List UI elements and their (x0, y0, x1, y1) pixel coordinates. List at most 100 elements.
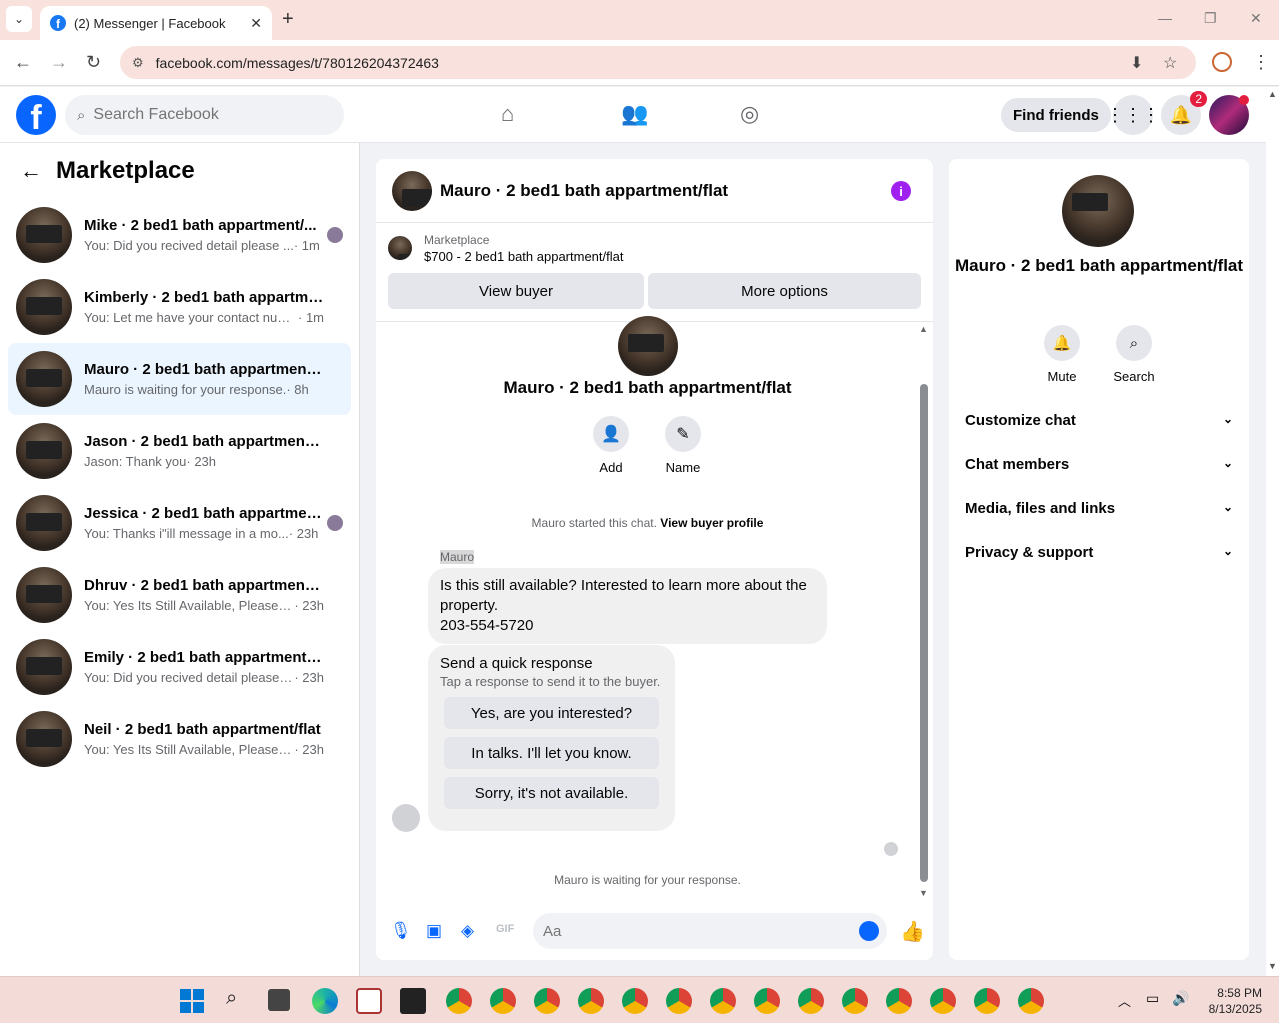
facebook-logo-icon[interactable]: f (16, 95, 56, 135)
close-window-icon[interactable]: ✕ (1250, 10, 1262, 27)
conversation-item[interactable]: Mike · 2 bed1 bath appartment/... You: Di… (8, 199, 351, 271)
address-bar[interactable]: ⚙ facebook.com/messages/t/78012620437246… (120, 46, 1196, 79)
chrome-icon[interactable] (886, 988, 912, 1014)
add-person-icon[interactable]: 👤 (593, 416, 629, 452)
sticker-icon[interactable]: ◈ (461, 921, 474, 941)
message-input[interactable] (543, 922, 843, 940)
chrome-icon[interactable] (534, 988, 560, 1014)
conversation-item[interactable]: Kimberly · 2 bed1 bath appartmen... You: … (8, 271, 351, 343)
chrome-icon[interactable] (754, 988, 780, 1014)
find-friends-button[interactable]: Find friends (1001, 98, 1111, 132)
conversation-item[interactable]: Emily · 2 bed1 bath appartment/flat You: … (8, 631, 351, 703)
friends-icon[interactable]: 👥 (621, 101, 648, 127)
system-clock[interactable]: 8:58 PM 8/13/2025 (1198, 985, 1262, 1017)
tab-search-button[interactable]: ⌄ (6, 6, 32, 32)
menu-dots-icon[interactable]: ⋮ (1252, 52, 1270, 73)
new-tab-button[interactable]: + (282, 8, 294, 31)
search-icon[interactable]: ⌕ (1116, 325, 1152, 361)
install-app-icon[interactable]: ⬇ (1130, 53, 1143, 73)
conversation-item[interactable]: Jason · 2 bed1 bath appartment/flat Jason… (8, 415, 351, 487)
conversation-item[interactable]: Jessica · 2 bed1 bath appartmen... You: T… (8, 487, 351, 559)
chrome-icon[interactable] (490, 988, 516, 1014)
profile-icon[interactable] (1212, 52, 1232, 72)
pencil-icon[interactable]: ✎ (665, 416, 701, 452)
chrome-icon[interactable] (842, 988, 868, 1014)
chrome-icon[interactable] (446, 988, 472, 1014)
forward-icon[interactable]: → (50, 52, 68, 73)
info-avatar[interactable] (1062, 175, 1134, 247)
message-bubble[interactable]: Is this still available? Interested to l… (428, 568, 827, 644)
search-input[interactable] (93, 106, 314, 124)
bell-icon[interactable]: 🔔 (1044, 325, 1080, 361)
chevron-up-icon[interactable]: ︿ (1118, 991, 1131, 1010)
chrome-icon[interactable] (1018, 988, 1044, 1014)
listing-thumbnail[interactable] (388, 236, 412, 260)
search-icon[interactable]: ⌕ (226, 987, 237, 1010)
volume-icon[interactable]: 🔊 (1172, 990, 1189, 1007)
name-action[interactable]: ✎ Name (653, 416, 713, 475)
privacy-support-section[interactable]: Privacy & support ⌄ (965, 544, 1233, 561)
chrome-icon[interactable] (798, 988, 824, 1014)
more-options-button[interactable]: More options (648, 273, 921, 309)
page-scrollbar[interactable]: ▲ ▼ (1266, 87, 1279, 976)
quick-response-button[interactable]: Sorry, it's not available. (444, 777, 659, 809)
groups-icon[interactable]: ◎ (740, 101, 759, 127)
emoji-icon[interactable] (859, 921, 879, 941)
site-info-icon[interactable]: ⚙ (132, 55, 144, 71)
info-icon[interactable]: i (891, 181, 911, 201)
quick-response-button[interactable]: In talks. I'll let you know. (444, 737, 659, 769)
chrome-icon[interactable] (974, 988, 1000, 1014)
chat-title[interactable]: Mauro · 2 bed1 bath appartment/flat (440, 181, 728, 201)
add-action[interactable]: 👤 Add (581, 416, 641, 475)
conversation-item[interactable]: Neil · 2 bed1 bath appartment/flat You: Y… (8, 703, 351, 775)
browser-tab[interactable]: f (2) Messenger | Facebook ✕ (40, 6, 272, 40)
conversation-item[interactable]: Mauro · 2 bed1 bath appartment/f... Mauro… (8, 343, 351, 415)
scrollbar-thumb[interactable] (920, 384, 928, 882)
message-thread[interactable]: Mauro · 2 bed1 bath appartment/flat 👤 Ad… (376, 316, 933, 900)
home-icon[interactable]: ⌂ (501, 101, 514, 127)
scroll-up-icon[interactable]: ▲ (919, 324, 928, 334)
chat-avatar[interactable] (392, 170, 432, 211)
gif-icon[interactable]: GIF (496, 923, 514, 935)
mute-action[interactable]: 🔔 Mute (1037, 325, 1087, 384)
network-icon[interactable]: ▭ (1146, 990, 1159, 1007)
listing-title[interactable]: $700 - 2 bed1 bath appartment/flat (424, 249, 623, 264)
restore-icon[interactable]: ❐ (1204, 10, 1217, 27)
microphone-icon[interactable]: 🎙 (390, 921, 412, 941)
quick-response-button[interactable]: Yes, are you interested? (444, 697, 659, 729)
chrome-icon[interactable] (930, 988, 956, 1014)
thread-scrollbar[interactable]: ▲ ▼ (919, 322, 929, 900)
chrome-icon[interactable] (622, 988, 648, 1014)
search-box[interactable]: ⌕ (65, 95, 344, 135)
thumbs-up-icon[interactable]: 👍 (900, 919, 925, 944)
search-action[interactable]: ⌕ Search (1109, 325, 1159, 384)
chat-members-section[interactable]: Chat members ⌄ (965, 456, 1233, 473)
photo-icon[interactable]: ▣ (426, 921, 442, 941)
account-avatar[interactable] (1209, 95, 1249, 135)
media-files-links-section[interactable]: Media, files and links ⌄ (965, 500, 1233, 517)
chrome-icon[interactable] (666, 988, 692, 1014)
bookmark-star-icon[interactable]: ☆ (1163, 53, 1177, 73)
menu-grid-icon[interactable]: ⋮⋮⋮ (1106, 95, 1160, 135)
back-icon[interactable]: ← (14, 52, 32, 73)
reload-icon[interactable]: ↻ (86, 52, 101, 73)
conversation-item[interactable]: Dhruv · 2 bed1 bath appartment/flat You: … (8, 559, 351, 631)
edge-icon[interactable] (312, 988, 338, 1014)
chrome-icon[interactable] (578, 988, 604, 1014)
snipping-tool-icon[interactable] (356, 988, 382, 1014)
back-arrow-icon[interactable]: ← (20, 158, 42, 184)
minimize-icon[interactable]: — (1158, 10, 1172, 26)
sticky-notes-icon[interactable] (400, 988, 426, 1014)
view-buyer-profile-link[interactable]: View buyer profile (660, 516, 763, 530)
customize-chat-section[interactable]: Customize chat ⌄ (965, 412, 1233, 429)
view-buyer-button[interactable]: View buyer (388, 273, 644, 309)
message-input-box[interactable] (533, 913, 887, 949)
close-tab-icon[interactable]: ✕ (250, 15, 262, 32)
task-view-icon[interactable] (268, 989, 290, 1011)
windows-start-icon[interactable] (180, 989, 204, 1013)
scroll-up-icon[interactable]: ▲ (1268, 89, 1277, 99)
scroll-down-icon[interactable]: ▼ (919, 888, 928, 898)
notifications-button[interactable]: 🔔 2 (1161, 91, 1207, 135)
scroll-down-icon[interactable]: ▼ (1268, 961, 1277, 971)
chrome-icon[interactable] (710, 988, 736, 1014)
